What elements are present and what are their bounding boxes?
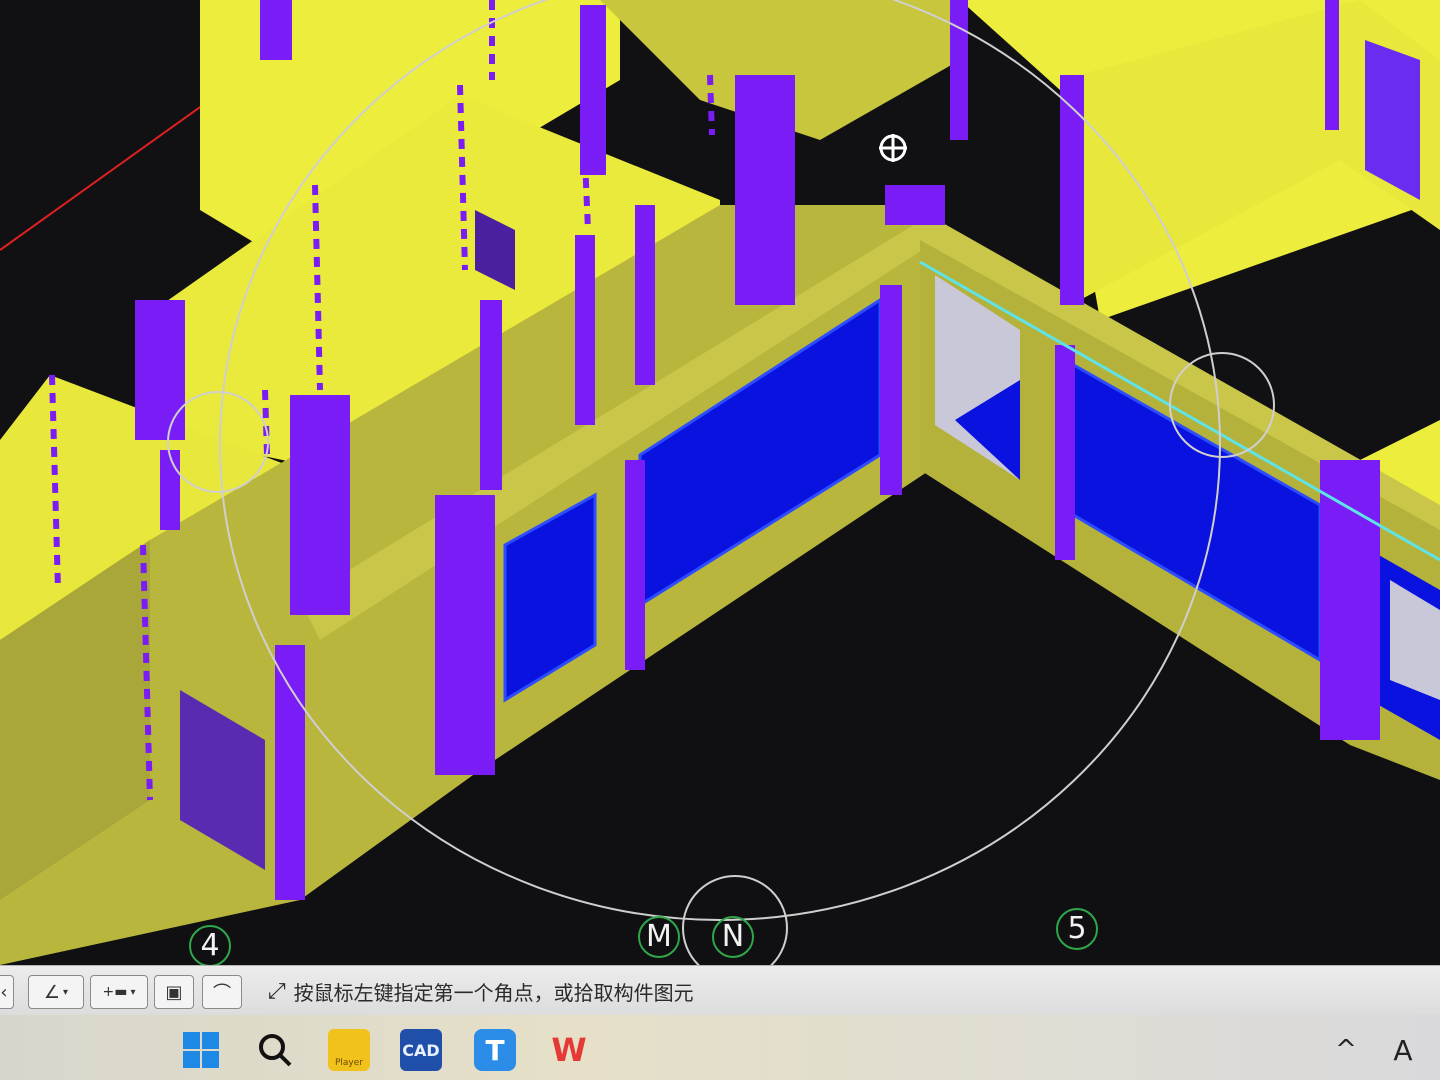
search-icon — [259, 1034, 292, 1067]
arc-tool-button[interactable]: ⌒ — [202, 975, 242, 1009]
t-app-label: T — [485, 1033, 505, 1067]
orbit-cursor-icon — [879, 134, 907, 162]
axis-label-n: N — [712, 916, 754, 958]
cad-app-button[interactable]: CAD — [400, 1029, 442, 1071]
building-model-canvas[interactable] — [0, 0, 1440, 965]
arc-icon: ⌒ — [213, 983, 231, 1004]
ime-indicator[interactable]: A — [1382, 1029, 1424, 1071]
axis-label-m: M — [638, 916, 680, 958]
search-button[interactable] — [254, 1029, 296, 1071]
chevron-up-icon: ^ — [1335, 1035, 1357, 1065]
command-bar: ‹ ∠ ▾ +▬ ▾ ▣ ⌒ ⤢ 按鼠标左键指定第一个角点，或拾取构件图元 — [0, 965, 1440, 1016]
select-tool-button[interactable]: ▣ — [154, 975, 194, 1009]
t-app-button[interactable]: T — [474, 1029, 516, 1071]
player-app-label: Player — [334, 1058, 363, 1068]
select-icon: ▣ — [165, 981, 183, 1003]
wps-app-button[interactable]: W — [548, 1029, 590, 1071]
insert-icon: +▬ — [102, 984, 128, 1000]
ime-indicator-label: A — [1393, 1033, 1413, 1067]
player-app-button[interactable]: Player — [328, 1029, 370, 1071]
angle-icon: ∠ — [43, 981, 61, 1003]
chevron-down-icon: ▾ — [63, 986, 69, 998]
wps-app-label: W — [551, 1031, 587, 1069]
command-prompt-text: 按鼠标左键指定第一个角点，或拾取构件图元 — [293, 980, 694, 1005]
start-button[interactable] — [180, 1029, 222, 1071]
windows-taskbar: Player CAD T W ^ A — [0, 1015, 1440, 1080]
tray-overflow-button[interactable]: ^ — [1325, 1029, 1367, 1071]
command-prompt: ⤢ 按鼠标左键指定第一个角点，或拾取构件图元 — [268, 974, 694, 1008]
3d-model-viewport[interactable]: 4 M N 5 — [0, 0, 1440, 967]
windows-logo-icon — [183, 1032, 219, 1068]
insert-tool-button[interactable]: +▬ ▾ — [90, 975, 148, 1009]
angle-tool-button[interactable]: ∠ ▾ — [28, 975, 84, 1009]
axis-label-4: 4 — [189, 925, 231, 967]
chevron-down-icon: ▾ — [130, 986, 136, 998]
resize-arrow-icon: ⤢ — [268, 978, 286, 1004]
scroll-left-button[interactable]: ‹ — [0, 975, 14, 1009]
axis-label-5: 5 — [1056, 908, 1098, 950]
cad-app-label: CAD — [402, 1040, 440, 1060]
